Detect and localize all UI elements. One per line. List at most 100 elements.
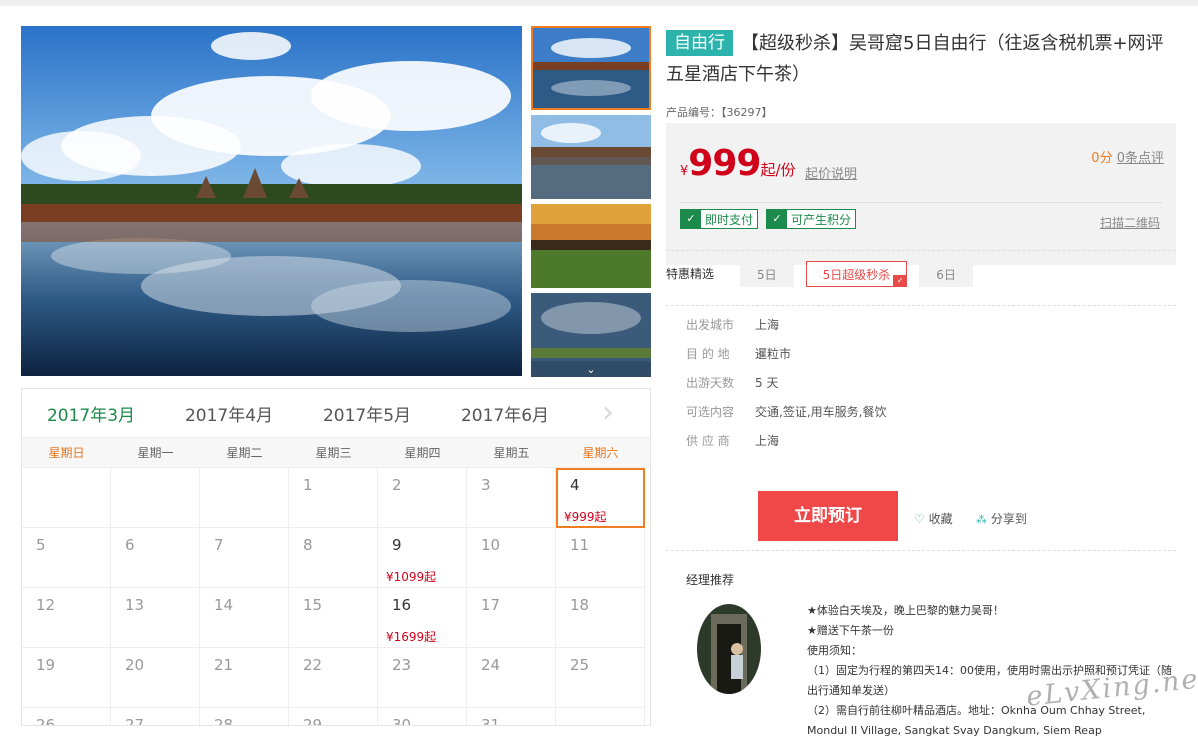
reviews-link[interactable]: 0条点评 — [1117, 151, 1164, 166]
check-icon: ✓ — [767, 210, 788, 228]
day-number: 15 — [303, 596, 323, 614]
day-number: 12 — [36, 596, 56, 614]
calendar-day-cell[interactable]: 25 — [556, 648, 645, 708]
calendar-day-cell[interactable]: 16 ¥1699起 — [378, 588, 467, 648]
calendar-day-cell[interactable]: 12 — [22, 588, 111, 648]
product-number: 产品编号：【36297】 — [666, 106, 773, 119]
check-icon: ✓ — [681, 210, 701, 228]
share-icon: ⁂ — [976, 513, 987, 526]
calendar-day-cell[interactable]: 10 — [467, 528, 556, 588]
month-tab-4[interactable]: 2017年6月 — [436, 401, 574, 426]
option-5days-flash-sale[interactable]: 5日超级秒杀 — [805, 261, 908, 287]
weekday-sun: 星期日 — [48, 446, 85, 460]
share-button[interactable]: ⁂ 分享到 — [976, 510, 1027, 527]
badge-list: ✓ 即时支付 ✓ 可产生积分 — [680, 209, 857, 229]
calendar-day-cell[interactable]: 9 ¥1099起 — [378, 528, 467, 588]
calendar-day-cell[interactable]: 31 — [467, 708, 556, 725]
calendar-day-cell[interactable]: 26 — [22, 708, 111, 725]
product-info: 自由行 【超级秒杀】吴哥窟5日自由行（往返含税机票+网评五星酒店下午茶） 产品编号… — [666, 28, 1176, 737]
day-number: 30 — [392, 716, 412, 726]
book-now-button[interactable]: 立即预订 — [758, 491, 898, 541]
main-photo — [21, 26, 522, 376]
thumbnail-1[interactable] — [531, 26, 651, 110]
month-tab-3[interactable]: 2017年5月 — [298, 401, 436, 426]
calendar-month-tabs: 2017年3月 2017年4月 2017年5月 2017年6月 › — [22, 389, 650, 437]
calendar-day-cell[interactable]: 30 — [378, 708, 467, 726]
divider — [666, 305, 1176, 306]
recommend-line: 使用须知： — [807, 644, 862, 657]
day-number: 19 — [36, 656, 56, 674]
product-title-text: 【超级秒杀】吴哥窟5日自由行（往返含税机票+网评五星酒店下午茶） — [666, 33, 1164, 85]
calendar-day-cell[interactable]: 1 — [289, 468, 378, 528]
recommend-line: （2）需自行前往柳叶精品酒店。地址：Oknha Oum Chhay Street… — [807, 704, 1146, 737]
calendar-day-cell[interactable]: 24 — [467, 648, 556, 708]
option-5days[interactable]: 5日 — [740, 261, 794, 287]
price-unit: 起/份 — [760, 161, 796, 179]
top-strip — [0, 0, 1198, 6]
day-number: 23 — [392, 656, 412, 674]
thumbnail-4[interactable]: ⌄ — [531, 293, 651, 377]
chevron-down-icon[interactable]: ⌄ — [531, 361, 651, 377]
day-number: 24 — [481, 656, 501, 674]
day-number: 5 — [36, 536, 46, 554]
calendar-day-cell[interactable]: 28 — [200, 708, 289, 726]
calendar-day-cell[interactable]: 3 — [467, 468, 556, 528]
calendar-day-cell[interactable]: 8 — [289, 528, 378, 588]
day-number: 28 — [214, 716, 234, 726]
detail-row: 出发城市 上海 — [686, 318, 780, 332]
calendar-day-cell[interactable]: 2 — [378, 468, 467, 528]
day-price: ¥999起 — [564, 510, 607, 524]
calendar-grid: 1 2 3 4 ¥999起 5 6 7 8 9 ¥1099起 10 11 12 13 14 15 16 ¥1699起… — [22, 468, 650, 726]
calendar-day-cell[interactable]: 6 — [111, 528, 200, 588]
calendar-day-cell[interactable]: 27 — [111, 708, 200, 726]
tag-badge: 自由行 — [666, 30, 733, 56]
product-title: 自由行 【超级秒杀】吴哥窟5日自由行（往返含税机票+网评五星酒店下午茶） — [666, 28, 1176, 90]
day-number: 27 — [125, 716, 145, 726]
instant-pay-badge: ✓ 即时支付 — [680, 209, 759, 229]
points-badge: ✓ 可产生积分 — [766, 209, 857, 229]
calendar-day-cell[interactable]: 14 — [200, 588, 289, 648]
calendar-day-cell[interactable]: 18 — [556, 588, 645, 648]
day-number: 7 — [214, 536, 224, 554]
calendar-day-cell[interactable]: 4 ¥999起 — [556, 468, 645, 528]
chevron-right-icon[interactable]: › — [595, 398, 621, 429]
calendar-day-cell[interactable]: 17 — [467, 588, 556, 648]
calendar-day-cell[interactable]: 29 — [289, 708, 378, 726]
day-number: 6 — [125, 536, 135, 554]
price: ¥999起/份 — [680, 143, 796, 184]
calendar-day-cell[interactable]: 23 — [378, 648, 467, 708]
thumbnail-2[interactable] — [531, 115, 651, 199]
month-tab-2[interactable]: 2017年4月 — [160, 401, 298, 426]
month-tab-1[interactable]: 2017年3月 — [22, 401, 160, 426]
detail-row: 供 应 商上海 — [686, 434, 780, 448]
price-note-link[interactable]: 起价说明 — [805, 163, 857, 182]
thumbnail-3[interactable] — [531, 204, 651, 288]
calendar-day-cell[interactable]: 13 — [111, 588, 200, 648]
day-price: ¥1099起 — [386, 570, 437, 584]
option-6days[interactable]: 6日 — [919, 261, 973, 287]
calendar-day-cell[interactable]: 20 — [111, 648, 200, 708]
day-number: 9 — [392, 536, 402, 554]
day-number: 16 — [392, 596, 412, 614]
weekday-header: 星期日 星期一 星期二 星期三 星期四 星期五 星期六 — [22, 437, 650, 468]
rating-score: 0分 — [1091, 151, 1113, 166]
calendar-day-cell[interactable]: 15 — [289, 588, 378, 648]
manager-recommend-title: 经理推荐 — [686, 573, 735, 587]
calendar-day-cell[interactable]: 5 — [22, 528, 111, 588]
calendar-day-cell — [556, 708, 645, 725]
heart-icon: ♡ — [914, 512, 925, 526]
calendar-day-cell — [22, 468, 111, 528]
day-number: 13 — [125, 596, 145, 614]
calendar-day-cell[interactable]: 19 — [22, 648, 111, 708]
calendar-day-cell[interactable]: 7 — [200, 528, 289, 588]
weekday-tue: 星期二 — [226, 446, 263, 460]
favorite-button[interactable]: ♡ 收藏 — [914, 510, 953, 527]
calendar-day-cell[interactable]: 11 — [556, 528, 645, 588]
qr-code-link[interactable]: 扫描二维码 — [1100, 214, 1160, 231]
weekday-thu: 星期四 — [404, 446, 441, 460]
calendar-day-cell[interactable]: 21 — [200, 648, 289, 708]
day-number: 29 — [303, 716, 323, 726]
day-number: 1 — [303, 476, 313, 494]
recommend-line: ★赠送下午茶一份 — [807, 624, 894, 637]
calendar-day-cell[interactable]: 22 — [289, 648, 378, 708]
